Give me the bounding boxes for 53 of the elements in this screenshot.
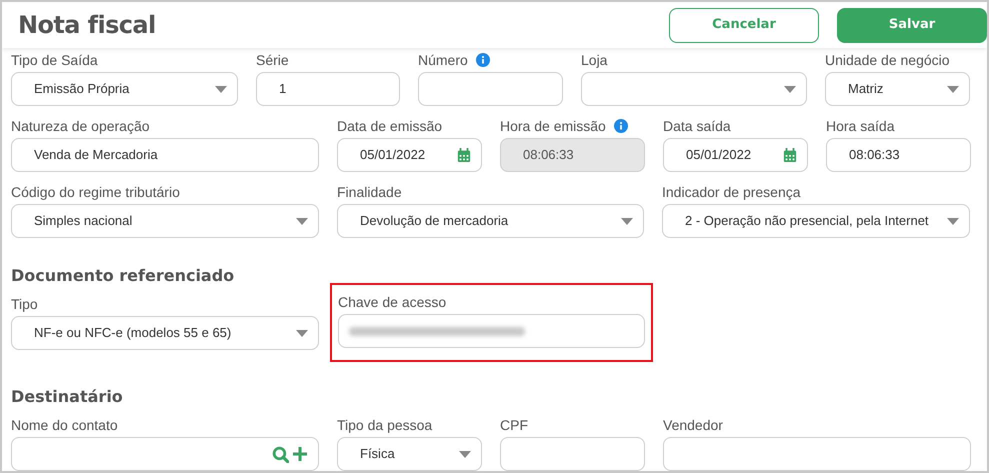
input-field[interactable]: 1 <box>256 72 400 106</box>
input-field[interactable]: Venda de Mercadoria <box>11 138 319 172</box>
calendar-icon[interactable] <box>783 147 797 163</box>
field-label: Indicador de presença <box>662 182 801 202</box>
date-field[interactable]: 05/01/2022 <box>337 138 482 172</box>
caret-icon[interactable] <box>621 218 633 224</box>
caret-icon[interactable] <box>947 86 959 92</box>
caret-icon[interactable] <box>296 218 308 224</box>
calendar-icon[interactable] <box>457 147 471 163</box>
select-field[interactable]: Matriz <box>825 72 970 106</box>
field-label: Finalidade <box>337 182 402 202</box>
input-field[interactable]: 08:06:33 <box>826 138 971 172</box>
field-label: Data saída <box>663 116 731 136</box>
caret-icon[interactable] <box>459 450 471 458</box>
caret-icon[interactable] <box>784 86 796 92</box>
field-label: Tipo de Saída <box>11 50 98 70</box>
field-label: Tipo da pessoa <box>337 416 432 435</box>
field-label: Nome do contato <box>11 416 118 434</box>
field-label: Número <box>418 50 468 70</box>
section-heading: Destinatário <box>11 386 124 408</box>
caret-icon[interactable] <box>296 330 308 336</box>
page-title: Nota fiscal <box>18 10 156 41</box>
field-label: Chave de acesso <box>338 292 446 312</box>
info-icon[interactable] <box>476 53 490 67</box>
select-field[interactable]: Devolução de mercadoria <box>337 204 644 238</box>
field-label: Loja <box>581 50 608 70</box>
field-label: Hora de emissão <box>500 116 606 136</box>
search-icon[interactable] <box>272 446 289 462</box>
date-field[interactable]: 05/01/2022 <box>663 138 808 172</box>
field-label: Tipo <box>11 294 38 314</box>
field-label: Natureza de operação <box>11 116 150 136</box>
input-field[interactable] <box>663 437 971 471</box>
input-field[interactable] <box>418 72 563 106</box>
plus-icon[interactable] <box>292 446 308 462</box>
select-field[interactable] <box>581 72 807 106</box>
field-label: CPF <box>500 416 528 434</box>
input-field[interactable] <box>338 314 645 348</box>
input-field[interactable] <box>11 437 319 471</box>
select-field[interactable]: 2 - Operação não presencial, pela Internet <box>662 204 970 238</box>
select-field[interactable]: Física <box>337 437 482 471</box>
field-label: Vendedor <box>663 416 723 434</box>
section-heading: Documento referenciado <box>11 265 236 287</box>
select-field[interactable]: Emissão Própria <box>11 72 238 106</box>
field-label: Unidade de negócio <box>825 50 950 70</box>
caret-icon[interactable] <box>947 218 959 224</box>
input-field[interactable] <box>500 437 645 471</box>
field-label: Hora saída <box>826 116 894 136</box>
field-label: Data de emissão <box>337 116 442 136</box>
select-field[interactable]: Simples nacional <box>11 204 319 238</box>
caret-icon[interactable] <box>215 86 227 92</box>
field-label: Código do regime tributário <box>11 182 180 202</box>
field-label: Série <box>256 50 289 70</box>
select-field[interactable]: NF-e ou NFC-e (modelos 55 e 65) <box>11 316 319 350</box>
